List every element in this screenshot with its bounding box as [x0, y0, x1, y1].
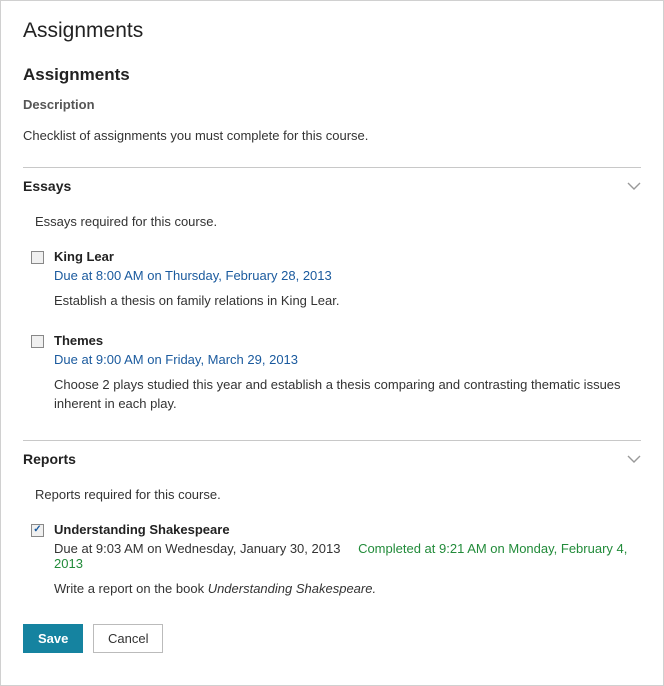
assignment-body: Understanding Shakespeare Due at 9:03 AM… — [54, 522, 641, 599]
category-title: Reports — [23, 451, 76, 467]
assignment-meta: Due at 9:00 AM on Friday, March 29, 2013 — [54, 352, 641, 367]
description-label: Description — [23, 97, 641, 112]
assignment-due: Due at 8:00 AM on Thursday, February 28,… — [54, 268, 332, 283]
section-title: Assignments — [23, 65, 641, 85]
assignment-meta: Due at 9:03 AM on Wednesday, January 30,… — [54, 541, 641, 571]
assignment-item: Themes Due at 9:00 AM on Friday, March 2… — [31, 333, 641, 414]
assignment-body: King Lear Due at 8:00 AM on Thursday, Fe… — [54, 249, 641, 311]
assignment-body: Themes Due at 9:00 AM on Friday, March 2… — [54, 333, 641, 414]
assignment-title: King Lear — [54, 249, 641, 264]
category-essays: Essays Essays required for this course. … — [23, 167, 641, 414]
assignment-due: Due at 9:03 AM on Wednesday, January 30,… — [54, 541, 340, 556]
assignment-description: Choose 2 plays studied this year and est… — [54, 375, 641, 414]
category-reports: Reports Reports required for this course… — [23, 440, 641, 599]
assignment-checkbox[interactable] — [31, 251, 44, 264]
assignment-item: King Lear Due at 8:00 AM on Thursday, Fe… — [31, 249, 641, 311]
assignment-checkbox[interactable] — [31, 335, 44, 348]
chevron-down-icon — [627, 182, 641, 190]
category-description: Reports required for this course. — [35, 487, 641, 502]
assignment-due: Due at 9:00 AM on Friday, March 29, 2013 — [54, 352, 298, 367]
category-header-essays[interactable]: Essays — [23, 178, 641, 194]
page-title: Assignments — [23, 19, 641, 43]
category-header-reports[interactable]: Reports — [23, 451, 641, 467]
chevron-down-icon — [627, 455, 641, 463]
assignment-description: Establish a thesis on family relations i… — [54, 291, 641, 311]
category-title: Essays — [23, 178, 71, 194]
assignment-checkbox[interactable] — [31, 524, 44, 537]
cancel-button[interactable]: Cancel — [93, 624, 163, 653]
button-row: Save Cancel — [23, 624, 641, 653]
assignment-title: Themes — [54, 333, 641, 348]
assignment-title: Understanding Shakespeare — [54, 522, 641, 537]
assignment-item: Understanding Shakespeare Due at 9:03 AM… — [31, 522, 641, 599]
category-description: Essays required for this course. — [35, 214, 641, 229]
assignment-meta: Due at 8:00 AM on Thursday, February 28,… — [54, 268, 641, 283]
description-text: Checklist of assignments you must comple… — [23, 128, 641, 143]
save-button[interactable]: Save — [23, 624, 83, 653]
assignment-description: Write a report on the book Understanding… — [54, 579, 641, 599]
assignments-panel: Assignments Assignments Description Chec… — [0, 0, 664, 686]
